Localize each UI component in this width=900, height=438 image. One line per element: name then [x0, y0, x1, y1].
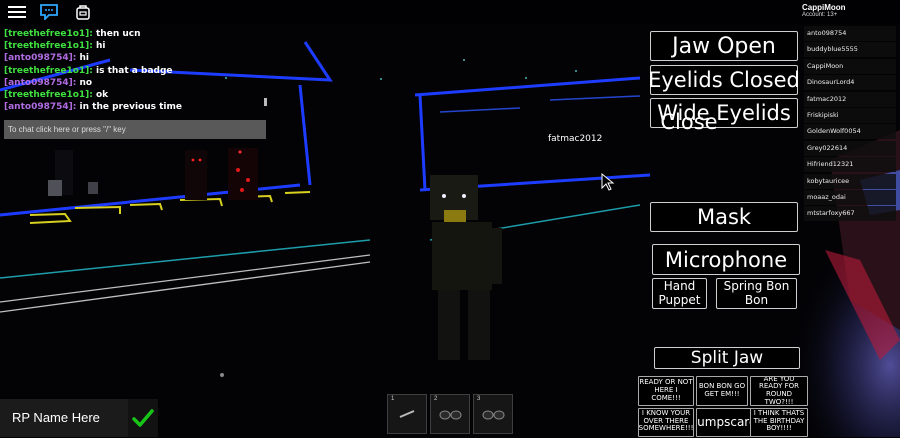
voice-line-birthday-button[interactable]: I THINK THATS THE BIRTHDAY BOY!!!! [750, 408, 808, 437]
top-bar: CappiMoon Account: 13+ [0, 0, 900, 24]
checkmark-icon [132, 409, 154, 427]
player-list-item[interactable]: kobytauricee [804, 173, 896, 189]
hand-puppet-button[interactable]: Hand Puppet [652, 278, 707, 309]
voice-line-ready-button[interactable]: READY OR NOT HERE I COME!!! [638, 376, 694, 406]
rp-name-confirm-button[interactable] [128, 399, 158, 437]
hotbar-slot[interactable]: 3 [473, 394, 513, 434]
account-name: CappiMoon [802, 3, 846, 12]
player-list-item[interactable]: CappiMoon [804, 58, 896, 74]
player-list-item[interactable]: Grey022614 [804, 140, 896, 156]
player-list-item[interactable]: fatmac2012 [804, 91, 896, 107]
player-list-item[interactable]: Friskipiski [804, 107, 896, 123]
chat-message: [anto098754]: no [4, 77, 93, 88]
rp-name-field[interactable]: RP Name Here [0, 399, 128, 437]
player-list-item[interactable]: Hifriend12321 [804, 157, 896, 173]
voice-line-bonbon-button[interactable]: BON BON GO GET EM!!! [696, 376, 748, 406]
player-nametag: fatmac2012 [548, 134, 603, 144]
player-list-item[interactable]: moaaz_odai [804, 189, 896, 205]
voice-line-over-there-button[interactable]: I KNOW YOUR OVER THERE SOMEWHERE!!! [638, 408, 694, 437]
chat-message: [treethefree1o1]: ok [4, 90, 109, 101]
player-list-item[interactable]: mtstarfoxy667 [804, 206, 896, 222]
microphone-button[interactable]: Microphone [652, 244, 800, 275]
hotbar-slot-number: 3 [477, 396, 481, 402]
chat-message: [treethefree1o1]: hi [4, 41, 106, 52]
chat-message: [treethefree1o1]: is that a badge [4, 65, 173, 76]
player-list-item[interactable]: GoldenWolf0054 [804, 124, 896, 140]
hotbar-slot-number: 1 [391, 396, 395, 402]
jaw-open-button[interactable]: Jaw Open [650, 31, 798, 61]
chat-message: [anto098754]: hi [4, 53, 90, 64]
mask-button[interactable]: Mask [650, 202, 798, 232]
backpack-icon[interactable] [70, 0, 96, 24]
chat-message: [treethefree1o1]: then ucn [4, 29, 141, 39]
chat-bubble-icon[interactable] [36, 0, 62, 24]
hotbar-slot-number: 2 [434, 396, 438, 402]
player-list-item[interactable]: DinosaurLord4 [804, 75, 896, 91]
player-list: anto098754 buddyblue5555 CappiMoon Dinos… [804, 26, 896, 223]
hotbar-slot[interactable]: 2 [430, 394, 470, 434]
spring-bon-bon-button[interactable]: Spring Bon Bon [716, 278, 797, 309]
chat-log: [treethefree1o1]: then ucn [treethefree1… [4, 28, 266, 114]
chat-message: [anto098754]: in the previous time [4, 102, 182, 113]
chat-input[interactable]: To chat click here or press "/" key [4, 120, 266, 139]
eyelids-closed-button[interactable]: Eyelids Closed [648, 65, 800, 95]
voice-line-round-two-button[interactable]: ARE YOU READY FOR ROUND TWO?!!! [750, 376, 808, 406]
player-list-item[interactable]: buddyblue5555 [804, 42, 896, 58]
chat-scrollbar[interactable] [264, 98, 267, 106]
hamburger-menu-icon[interactable] [4, 0, 30, 24]
close-button[interactable]: Close [655, 108, 723, 136]
account-age: Account: 13+ [802, 12, 838, 18]
hotbar-slot[interactable]: 1 [387, 394, 427, 434]
account-info[interactable]: CappiMoon Account: 13+ [796, 0, 900, 24]
player-list-item[interactable]: anto098754 [804, 26, 896, 41]
split-jaw-button[interactable]: Split Jaw [654, 347, 800, 369]
jumpscare-button[interactable]: Jumpscare [696, 408, 754, 437]
